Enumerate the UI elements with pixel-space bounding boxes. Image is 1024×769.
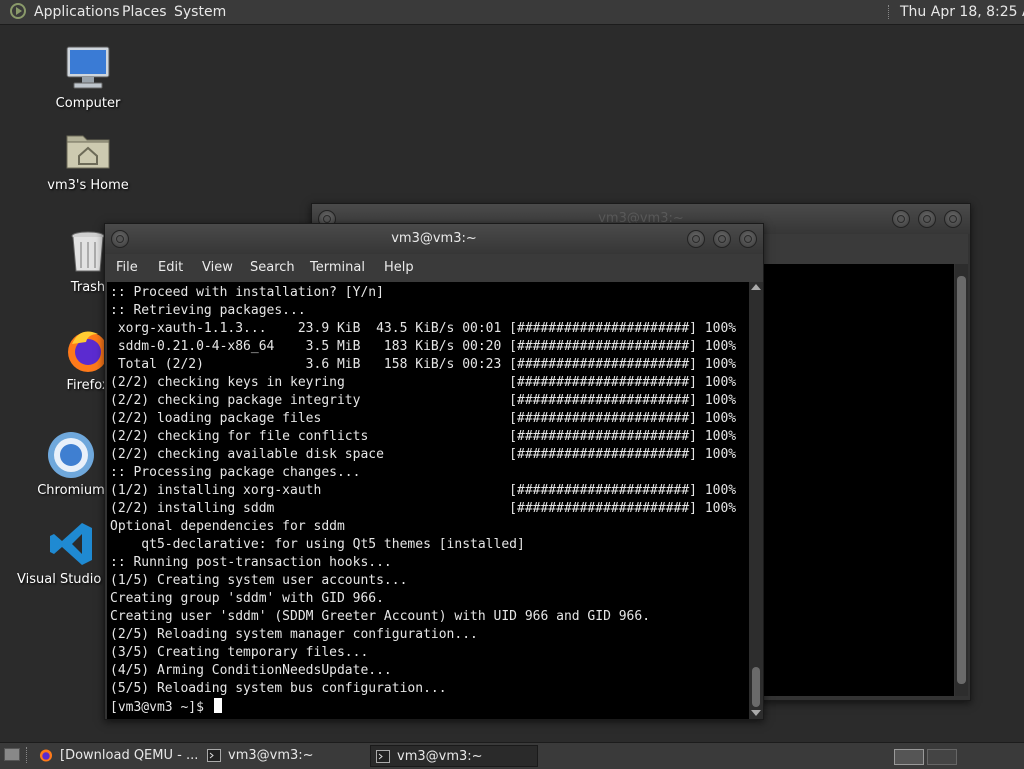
taskbar-item-terminal-2[interactable]: vm3@vm3:~ (370, 745, 538, 767)
desktop-icon-label: Computer (55, 96, 121, 111)
desktop-icon-label: vm3's Home (47, 178, 129, 193)
desktop-icon-home[interactable]: vm3's Home (33, 126, 143, 193)
terminal-line: Creating group 'sddm' with GID 966. (110, 591, 384, 606)
close-button[interactable] (739, 230, 757, 248)
terminal-window[interactable]: vm3@vm3:~ File Edit View Search Terminal… (104, 223, 764, 720)
terminal-line: (1/2) installing xorg-xauth [###########… (110, 483, 737, 498)
back-window-scrollbar[interactable] (955, 264, 968, 696)
text-cursor (213, 698, 222, 713)
minimize-button[interactable] (892, 210, 910, 228)
terminal-line: :: Processing package changes... (110, 465, 361, 480)
terminal-line: :: Proceed with installation? [Y/n] (110, 285, 384, 300)
scroll-down-arrow-icon[interactable] (751, 710, 761, 716)
terminal-line: xorg-xauth-1.1.3... 23.9 KiB 43.5 KiB/s … (110, 321, 737, 336)
scroll-thumb[interactable] (752, 667, 760, 707)
terminal-line: (2/2) checking for file conflicts [#####… (110, 429, 737, 444)
terminal-line: (2/2) checking keys in keyring [########… (110, 375, 737, 390)
maximize-button[interactable] (713, 230, 731, 248)
workspace-switcher-2[interactable] (927, 749, 957, 765)
bottom-panel: [Download QEMU - ... vm3@vm3:~ vm3@vm3:~ (0, 742, 1024, 769)
window-title: vm3@vm3:~ (391, 231, 477, 246)
panel-separator (888, 5, 892, 19)
terminal-line: (2/2) checking available disk space [###… (110, 447, 737, 462)
clock[interactable]: Thu Apr 18, 8:25 AM (900, 4, 1024, 20)
terminal-line: (2/2) loading package files [###########… (110, 411, 737, 426)
minimize-button[interactable] (687, 230, 705, 248)
close-button[interactable] (944, 210, 962, 228)
terminal-icon (376, 750, 390, 763)
computer-icon (64, 44, 112, 92)
taskbar-item-label: vm3@vm3:~ (397, 749, 483, 764)
terminal-line: (1/5) Creating system user accounts... (110, 573, 408, 588)
menu-help[interactable]: Help (384, 260, 414, 275)
terminal-line: (2/2) checking package integrity [######… (110, 393, 737, 408)
terminal-line: sddm-0.21.0-4-x86_64 3.5 MiB 183 KiB/s 0… (110, 339, 737, 354)
terminal-icon (207, 749, 221, 762)
terminal-line: (2/2) installing sddm [#################… (110, 501, 737, 516)
menu-edit[interactable]: Edit (158, 260, 183, 275)
terminal-line: Optional dependencies for sddm (110, 519, 345, 534)
taskbar-item-terminal-1[interactable]: vm3@vm3:~ (202, 745, 368, 767)
terminal-line: :: Running post-transaction hooks... (110, 555, 392, 570)
terminal-scrollbar[interactable] (749, 282, 763, 719)
vscode-icon (48, 520, 96, 568)
menu-terminal[interactable]: Terminal (310, 260, 365, 275)
terminal-line: Total (2/2) 3.6 MiB 158 KiB/s 00:23 [###… (110, 357, 737, 372)
shell-prompt: [vm3@vm3 ~]$ (110, 700, 212, 715)
menu-search[interactable]: Search (250, 260, 295, 275)
applications-menu[interactable]: Applications (34, 4, 120, 20)
terminal-menubar: File Edit View Search Terminal Help (105, 254, 763, 282)
terminal-line: (4/5) Arming ConditionNeedsUpdate... (110, 663, 392, 678)
panel-separator (26, 747, 27, 763)
system-menu[interactable]: System (174, 4, 226, 20)
terminal-line: (3/5) Creating temporary files... (110, 645, 369, 660)
terminal-output[interactable]: :: Proceed with installation? [Y/n] :: R… (107, 282, 749, 719)
desktop-icon-computer[interactable]: Computer (33, 44, 143, 111)
top-panel: Applications Places System Thu Apr 18, 8… (0, 0, 1024, 25)
taskbar-item-label: [Download QEMU - ... (60, 748, 199, 763)
taskbar-item-label: vm3@vm3:~ (228, 748, 314, 763)
places-menu[interactable]: Places (122, 4, 167, 20)
back-window-scroll-thumb[interactable] (957, 276, 966, 684)
terminal-titlebar[interactable]: vm3@vm3:~ (105, 224, 763, 254)
scroll-up-arrow-icon[interactable] (751, 284, 761, 290)
terminal-line: (5/5) Reloading system bus configuration… (110, 681, 447, 696)
distro-logo-icon[interactable] (10, 3, 26, 19)
terminal-line: qt5-declarative: for using Qt5 themes [i… (110, 537, 525, 552)
terminal-prompt-line[interactable]: [vm3@vm3 ~]$ (110, 698, 222, 716)
workspace-switcher[interactable] (894, 749, 924, 765)
window-menu-button[interactable] (111, 230, 129, 248)
menu-view[interactable]: View (202, 260, 233, 275)
terminal-line: (2/5) Reloading system manager configura… (110, 627, 478, 642)
chromium-icon (47, 431, 95, 479)
show-desktop-icon[interactable] (4, 748, 20, 761)
maximize-button[interactable] (918, 210, 936, 228)
terminal-line: Creating user 'sddm' (SDDM Greeter Accou… (110, 609, 651, 624)
taskbar-item-firefox[interactable]: [Download QEMU - ... (34, 745, 200, 767)
terminal-line: :: Retrieving packages... (110, 303, 306, 318)
home-folder-icon (64, 126, 112, 174)
menu-file[interactable]: File (116, 260, 138, 275)
firefox-icon (39, 749, 53, 762)
